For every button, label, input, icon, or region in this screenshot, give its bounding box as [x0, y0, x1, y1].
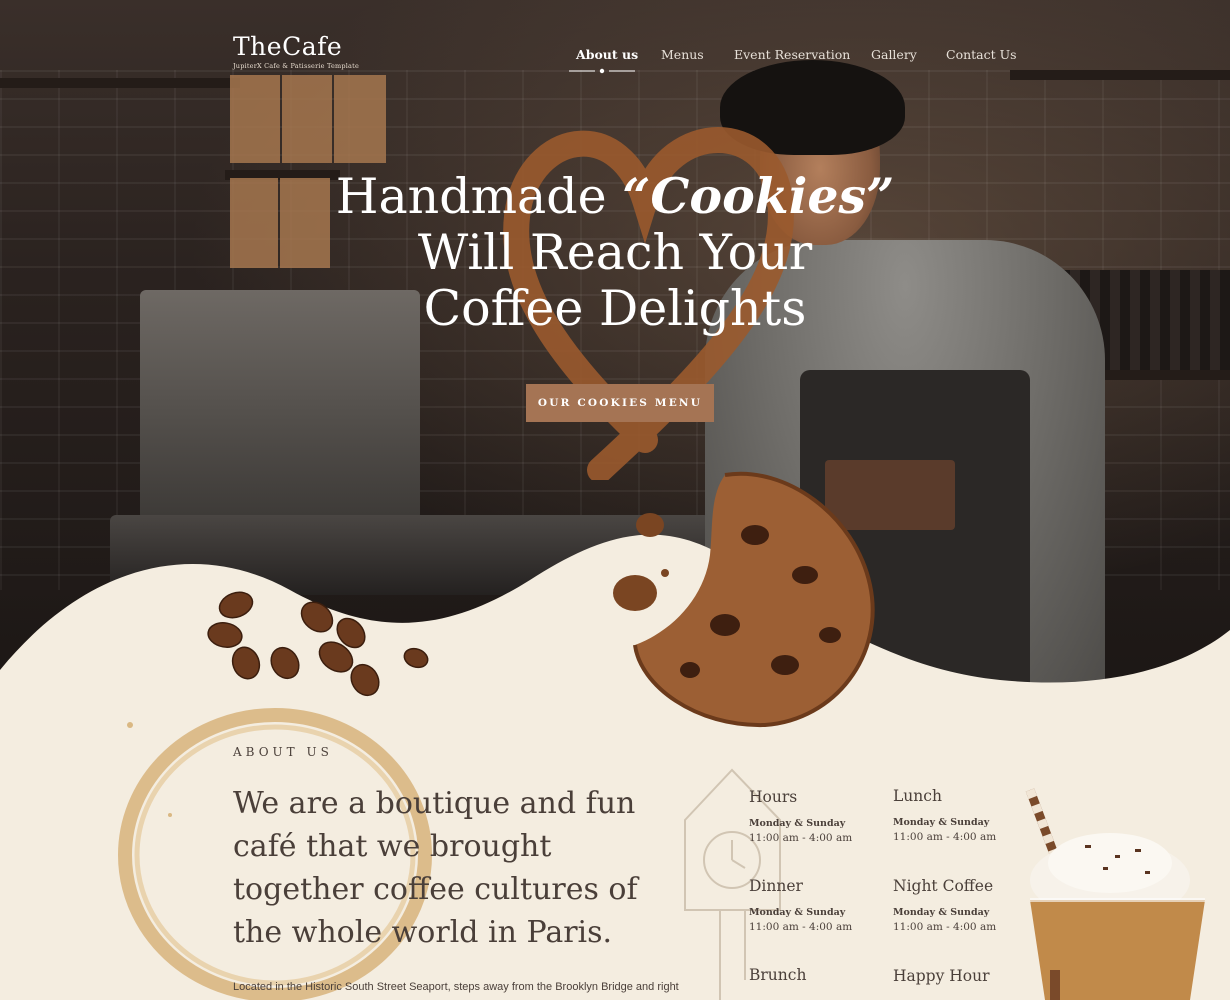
hours-days: Monday & Sunday	[749, 907, 846, 918]
paper-bag	[282, 75, 332, 163]
hours-block-dinner: Dinner Monday & Sunday 11:00 am - 4:00 a…	[749, 877, 852, 933]
nav-item-gallery[interactable]: Gallery	[871, 47, 917, 62]
hours-time: 11:00 am - 4:00 am	[749, 921, 853, 933]
about-title: We are a boutique and fun café that we b…	[233, 786, 638, 950]
hours-block-happy-hour: Happy Hour	[893, 967, 990, 985]
hours-block-lunch: Lunch Monday & Sunday 11:00 am - 4:00 am	[893, 787, 996, 843]
hours-title: Brunch	[749, 966, 807, 984]
hours-days: Monday & Sunday	[749, 818, 846, 829]
hours-title: Hours	[749, 788, 798, 806]
active-nav-ornament	[569, 68, 635, 74]
hours-title: Dinner	[749, 877, 803, 895]
site-logo[interactable]: TheCafe JupiterX Cafe & Patisserie Templ…	[233, 32, 359, 70]
headline-prefix: Handmade	[335, 168, 623, 225]
hours-title: Night Coffee	[893, 877, 994, 895]
hours-title: Lunch	[893, 787, 942, 805]
shelf	[0, 78, 240, 88]
hero-headline: Handmade “Cookies” Will Reach Your Coffe…	[0, 168, 1230, 337]
nav-item-event-reservation[interactable]: Event Reservation	[734, 47, 850, 62]
coffee-beans	[207, 591, 429, 697]
hours-days: Monday & Sunday	[893, 907, 990, 918]
headline-line-2: Will Reach Your	[417, 224, 813, 281]
paper-bag	[230, 75, 280, 163]
logo-name: TheCafe	[233, 32, 343, 61]
hours-block-hours: Hours Monday & Sunday 11:00 am - 4:00 am	[749, 788, 852, 844]
nav-item-contact-us[interactable]: Contact Us	[946, 47, 1017, 62]
logo-tagline: JupiterX Cafe & Patisserie Template	[233, 62, 359, 70]
paper-bag	[334, 75, 386, 163]
iced-coffee-drink	[1025, 788, 1205, 1000]
headline-line-1: Handmade “Cookies”	[0, 168, 1230, 225]
nav-item-about-us[interactable]: About us	[576, 47, 638, 62]
about-section-label: ABOUT US	[233, 745, 333, 759]
shelf	[1010, 70, 1230, 80]
hours-days: Monday & Sunday	[893, 817, 990, 828]
hours-time: 11:00 am - 4:00 am	[893, 921, 997, 933]
headline-line-3: Coffee Delights	[423, 280, 807, 337]
nav-item-menus[interactable]: Menus	[661, 47, 704, 62]
hours-block-night-coffee: Night Coffee Monday & Sunday 11:00 am - …	[893, 877, 996, 933]
headline-script-word: “Cookies”	[622, 167, 895, 225]
hours-title: Happy Hour	[893, 967, 990, 985]
cookies-menu-button[interactable]: OUR COOKIES MENU	[526, 384, 714, 422]
about-paragraph: Located in the Historic South Street Sea…	[233, 981, 679, 993]
hours-time: 11:00 am - 4:00 am	[749, 832, 853, 844]
hours-block-brunch: Brunch	[749, 966, 806, 984]
hours-time: 11:00 am - 4:00 am	[893, 831, 997, 843]
chocolate-chip-cookie	[613, 471, 875, 728]
